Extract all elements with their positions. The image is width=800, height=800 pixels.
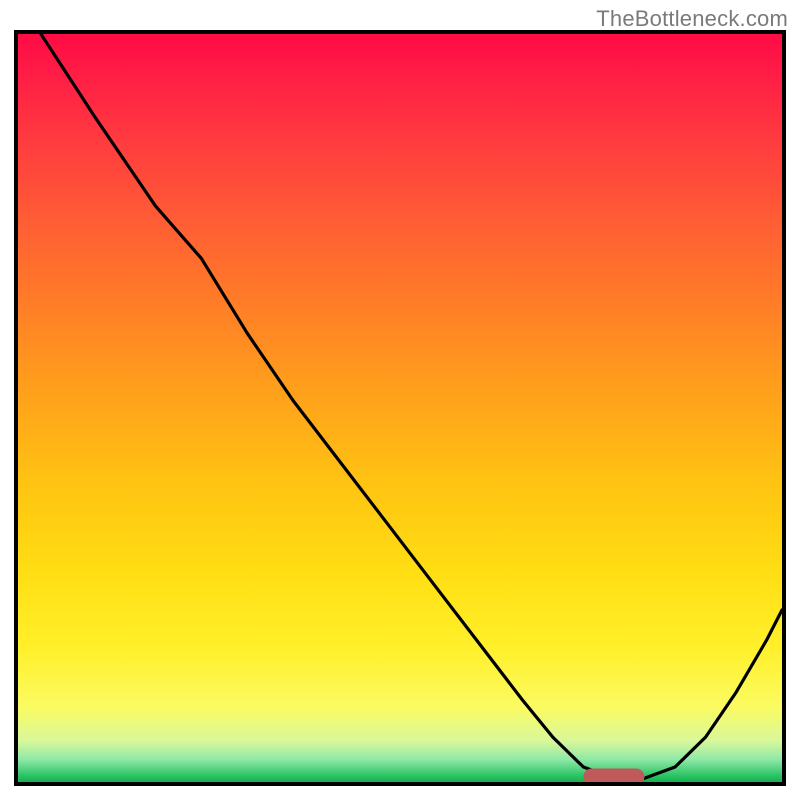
chart-frame: TheBottleneck.com (0, 0, 800, 800)
watermark-text: TheBottleneck.com (596, 6, 788, 32)
background-gradient (18, 34, 782, 782)
plot-area (14, 30, 786, 786)
